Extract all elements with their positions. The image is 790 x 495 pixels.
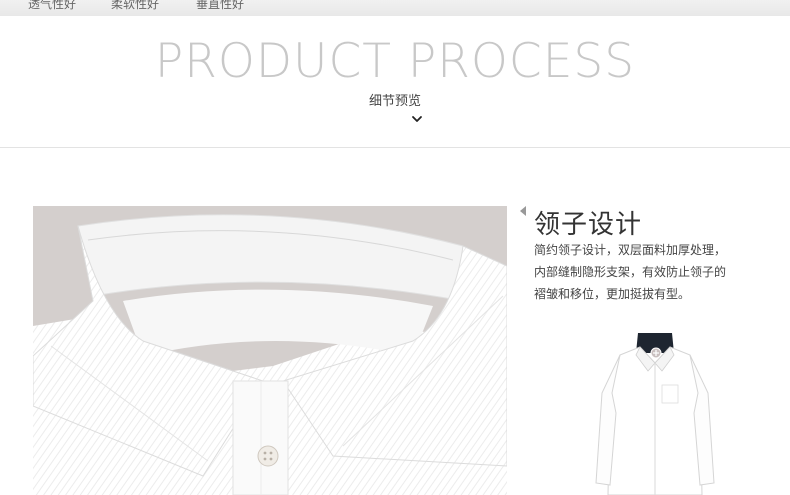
shirt-thumbnail-image <box>595 333 715 495</box>
feature-tag-breathable: 透气性好 <box>28 0 77 11</box>
collar-detail-photo <box>33 206 507 495</box>
feature-tag-drape: 垂直性好 <box>196 0 245 11</box>
page-title: PRODUCT PROCESS <box>154 34 636 89</box>
top-feature-strip: 透气性好 柔软性好 垂直性好 <box>0 0 790 16</box>
caret-left-icon <box>520 206 526 216</box>
feature-title: 领子设计 <box>534 210 643 240</box>
chevron-down-icon <box>412 116 422 122</box>
section-header: PRODUCT PROCESS 细节预览 <box>0 16 790 148</box>
detail-section: 领子设计 简约领子设计，双层面料加厚处理， 内部缝制隐形支架，有效防止领子的 褶… <box>0 149 790 495</box>
collar-illustration <box>33 206 507 495</box>
feature-description-line-3: 褶皱和移位，更加挺拔有型。 <box>534 287 691 301</box>
feature-tag-soft: 柔软性好 <box>111 0 160 11</box>
feature-description-line-1: 简约领子设计，双层面料加厚处理， <box>534 243 727 257</box>
page-subtitle: 细节预览 <box>368 94 421 109</box>
feature-description-line-2: 内部缝制隐形支架，有效防止领子的 <box>534 265 727 279</box>
